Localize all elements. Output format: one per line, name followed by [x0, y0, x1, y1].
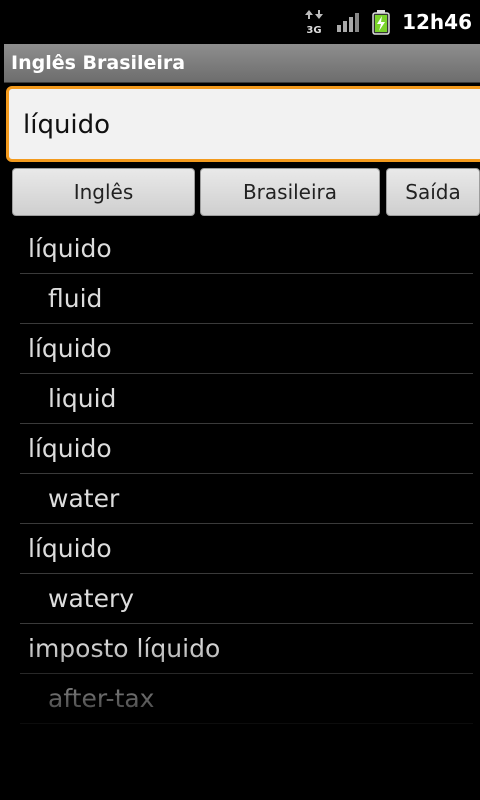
- result-translation[interactable]: liquid: [20, 374, 473, 424]
- network-3g-icon: 3G: [305, 10, 324, 35]
- result-term[interactable]: líquido: [20, 224, 473, 274]
- result-term[interactable]: líquido: [20, 324, 473, 374]
- result-term[interactable]: imposto líquido: [20, 624, 473, 674]
- ingles-button[interactable]: Inglês: [12, 168, 195, 216]
- status-icons: 3G 12h46: [304, 0, 472, 44]
- search-input[interactable]: [21, 99, 465, 151]
- result-term[interactable]: líquido: [20, 524, 473, 574]
- status-time: 12h46: [402, 10, 472, 34]
- network-3g-label: 3G: [307, 25, 322, 35]
- search-field-container: [6, 86, 480, 162]
- exit-button[interactable]: Saída: [386, 168, 480, 216]
- result-translation[interactable]: watery: [20, 574, 473, 624]
- results-list[interactable]: líquido fluid líquido liquid líquido wat…: [20, 224, 473, 724]
- brasileira-button[interactable]: Brasileira: [200, 168, 380, 216]
- result-term[interactable]: líquido: [20, 424, 473, 474]
- app-title: Inglês Brasileira: [11, 52, 186, 74]
- signal-strength-icon: [337, 13, 360, 32]
- battery-charging-icon: [372, 10, 390, 35]
- result-translation[interactable]: after-tax: [20, 674, 473, 724]
- result-translation[interactable]: fluid: [20, 274, 473, 324]
- app-title-bar: Inglês Brasileira: [4, 44, 480, 83]
- result-translation[interactable]: water: [20, 474, 473, 524]
- status-bar: 3G 12h46: [0, 0, 480, 44]
